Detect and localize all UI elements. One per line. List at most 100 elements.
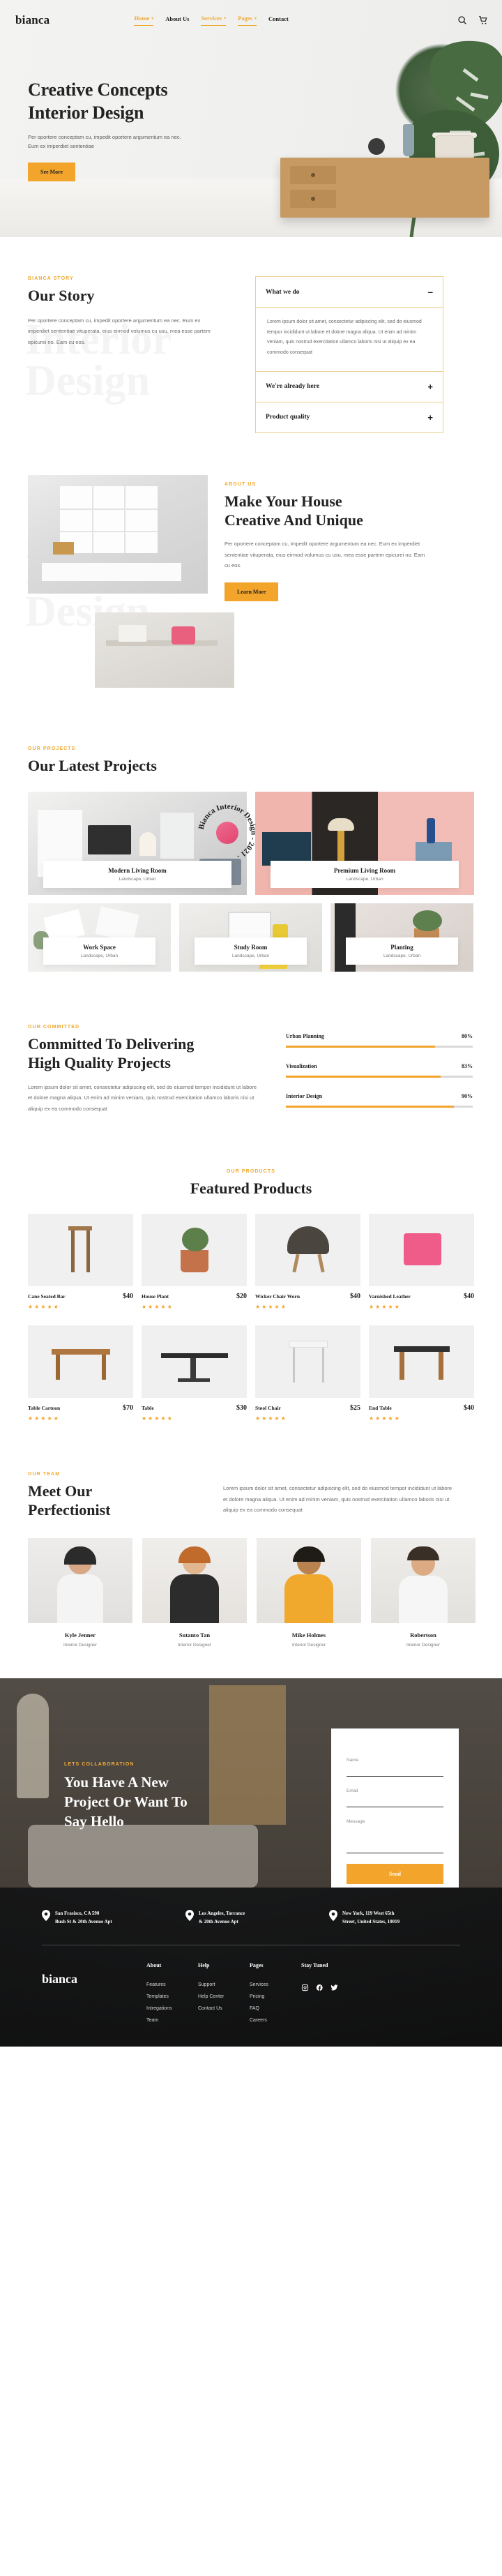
product-image bbox=[28, 1325, 133, 1399]
contact-title-line2: Project Or Want To bbox=[64, 1793, 188, 1810]
accordion-header-were-already-here[interactable]: We're already here + bbox=[256, 372, 443, 402]
project-name: Study Room bbox=[234, 944, 268, 951]
progress-track bbox=[286, 1076, 473, 1078]
committed-section: OUR COMMITTED Committed To Delivering Hi… bbox=[0, 1004, 502, 1155]
address-line2: & 20th Avenue Apt bbox=[199, 1918, 238, 1925]
email-field[interactable] bbox=[347, 1795, 443, 1807]
product-card-table-cartoon[interactable]: Table Cartoon $70 ★★★★★ bbox=[28, 1325, 133, 1422]
project-card-work-space[interactable]: Work Space Landscape, Urban bbox=[28, 903, 171, 972]
product-name: Wicker Chair Worn bbox=[255, 1293, 301, 1300]
footer-link-services[interactable]: Services bbox=[250, 1982, 301, 1987]
team-card-kyle-jenner[interactable]: Kyle Jenner Interior Designer bbox=[28, 1537, 132, 1648]
learn-more-button[interactable]: Learn More bbox=[225, 582, 279, 601]
committed-paragraph: Lorem ipsum dolor sit amet, consectetur … bbox=[28, 1084, 257, 1112]
cart-icon[interactable] bbox=[478, 15, 488, 25]
send-button[interactable]: Send bbox=[347, 1863, 443, 1884]
project-label: Planting Landscape, Urban bbox=[346, 937, 458, 965]
product-card-table[interactable]: Table $30 ★★★★★ bbox=[142, 1325, 247, 1422]
address-text: San Frasisco, CA 590 Bush St & 20th Aven… bbox=[55, 1910, 112, 1927]
minus-icon: – bbox=[427, 287, 433, 297]
footer-link-support[interactable]: Support bbox=[198, 1982, 250, 1987]
product-card-varnished-leather[interactable]: Varnished Leather $40 ★★★★★ bbox=[369, 1214, 474, 1310]
product-name: Cane Seated Bar bbox=[28, 1293, 66, 1300]
bianca-seal-badge: Bianca Interior Design - 2021 - bbox=[194, 799, 261, 866]
accordion-header-what-we-do[interactable]: What we do – bbox=[256, 277, 443, 307]
footer-logo[interactable]: bianca bbox=[42, 1962, 146, 2023]
product-card-house-plant[interactable]: House Plant $20 ★★★★★ bbox=[142, 1214, 247, 1310]
footer-link-intregations[interactable]: Intregations bbox=[146, 2006, 198, 2011]
sofa-decor bbox=[28, 1824, 258, 1888]
skill-label: Interior Design bbox=[286, 1093, 323, 1100]
accordion-header-product-quality[interactable]: Product quality + bbox=[256, 402, 443, 432]
chevron-down-icon: ▾ bbox=[224, 16, 227, 21]
skill-value: 90% bbox=[462, 1093, 473, 1100]
nav-item-services[interactable]: Services ▾ bbox=[201, 15, 227, 26]
instagram-icon[interactable] bbox=[301, 1984, 309, 1991]
footer-column-pages: Pages Services Pricing FAQ Careers bbox=[250, 1962, 301, 2023]
nav-item-about-us[interactable]: About Us bbox=[165, 15, 189, 26]
team-card-sutanto-tan[interactable]: Sutanto Tan Interior Designer bbox=[142, 1537, 247, 1648]
contact-title-line1: You Have A New bbox=[64, 1773, 169, 1791]
product-card-stool-chair[interactable]: Stool Chair $25 ★★★★★ bbox=[255, 1325, 360, 1422]
nav-item-pages[interactable]: Pages ▾ bbox=[238, 15, 257, 26]
project-tags: Landscape, Urban bbox=[119, 877, 156, 882]
team-title: Meet Our Perfectionist bbox=[28, 1482, 195, 1520]
sideboard-image bbox=[280, 158, 489, 218]
hero-paragraph: Per oportere conceptam cu, impedit oport… bbox=[28, 133, 181, 150]
hero-section: bianca Home ▾ About Us Services ▾ Pages … bbox=[0, 0, 502, 237]
name-field[interactable] bbox=[347, 1764, 443, 1777]
project-label: Study Room Landscape, Urban bbox=[195, 937, 307, 965]
footer-link-contact-us[interactable]: Contact Us bbox=[198, 2006, 250, 2011]
team-member-name: Kyle Jenner bbox=[64, 1631, 96, 1639]
facebook-icon[interactable] bbox=[316, 1984, 324, 1991]
team-card-mike-holmes[interactable]: Mike Holmes Interior Designer bbox=[257, 1537, 361, 1648]
rating-stars: ★★★★★ bbox=[369, 1415, 401, 1422]
committed-eyebrow: OUR COMMITTED bbox=[28, 1025, 80, 1030]
team-grid: Kyle Jenner Interior Designer Sutanto Ta… bbox=[28, 1537, 476, 1648]
about-title-line2: Creative And Unique bbox=[225, 511, 363, 529]
accordion-title: Product quality bbox=[266, 414, 310, 421]
project-card-premium-living-room[interactable]: Premium Living Room Landscape, Urban bbox=[255, 792, 474, 896]
footer-addresses: San Frasisco, CA 590 Bush St & 20th Aven… bbox=[42, 1909, 460, 1927]
contact-title-line3: Say Hello bbox=[64, 1813, 124, 1830]
footer-column-help: Help Support Help Center Contact Us bbox=[198, 1962, 250, 2023]
location-pin-icon bbox=[42, 1909, 50, 1921]
location-pin-icon bbox=[329, 1909, 337, 1921]
footer-link-help-center[interactable]: Help Center bbox=[198, 1994, 250, 1999]
project-card-planting[interactable]: Planting Landscape, Urban bbox=[330, 903, 473, 972]
team-card-robertson[interactable]: Robertson Interior Designer bbox=[371, 1537, 476, 1648]
footer-link-pricing[interactable]: Pricing bbox=[250, 1994, 301, 1999]
email-label: Email bbox=[347, 1788, 358, 1793]
footer-link-features[interactable]: Features bbox=[146, 1982, 198, 1987]
products-section: OUR PRODUCTS Featured Products Cane Seat… bbox=[0, 1155, 502, 1454]
product-card-end-table[interactable]: End Table $40 ★★★★★ bbox=[369, 1325, 474, 1422]
chevron-down-icon: ▾ bbox=[254, 16, 257, 21]
rating-stars: ★★★★★ bbox=[28, 1415, 60, 1422]
team-member-name: Robertson bbox=[410, 1631, 436, 1639]
product-price: $40 bbox=[123, 1293, 133, 1301]
skill-bar-visualization: Visualization 83% bbox=[286, 1063, 473, 1078]
nav-item-home[interactable]: Home ▾ bbox=[134, 15, 154, 26]
footer-link-templates[interactable]: Templates bbox=[146, 1994, 198, 1999]
footer-link-careers[interactable]: Careers bbox=[250, 2018, 301, 2023]
rating-stars: ★★★★★ bbox=[255, 1304, 287, 1311]
rating-stars: ★★★★★ bbox=[142, 1304, 174, 1311]
about-us-section: Interior Design ABOUT US Make Your House… bbox=[0, 468, 502, 861]
product-name: Table bbox=[142, 1405, 154, 1412]
nav-item-contact[interactable]: Contact bbox=[268, 15, 289, 26]
twitter-icon[interactable] bbox=[330, 1984, 338, 1991]
address-new-york: New York, 119 West 65th Street, United S… bbox=[329, 1909, 460, 1927]
nav-label-pages: Pages bbox=[238, 15, 252, 22]
search-icon[interactable] bbox=[457, 15, 467, 25]
footer-link-team[interactable]: Team bbox=[146, 2018, 198, 2023]
footer-column-title: Stay Tuned bbox=[301, 1961, 328, 1968]
product-card-wicker-chair-worn[interactable]: Wicker Chair Worn $40 ★★★★★ bbox=[255, 1214, 360, 1310]
message-field[interactable] bbox=[347, 1823, 443, 1853]
site-logo[interactable]: bianca bbox=[15, 13, 50, 27]
see-more-button[interactable]: See More bbox=[28, 163, 76, 182]
hero-copy: Creative Concepts Interior Design Per op… bbox=[28, 78, 237, 182]
project-card-study-room[interactable]: Study Room Landscape, Urban bbox=[179, 903, 322, 972]
footer-column-stay-tuned: Stay Tuned bbox=[301, 1962, 378, 2023]
product-card-cane-seated-bar[interactable]: Cane Seated Bar $40 ★★★★★ bbox=[28, 1214, 133, 1310]
footer-link-faq[interactable]: FAQ bbox=[250, 2006, 301, 2011]
